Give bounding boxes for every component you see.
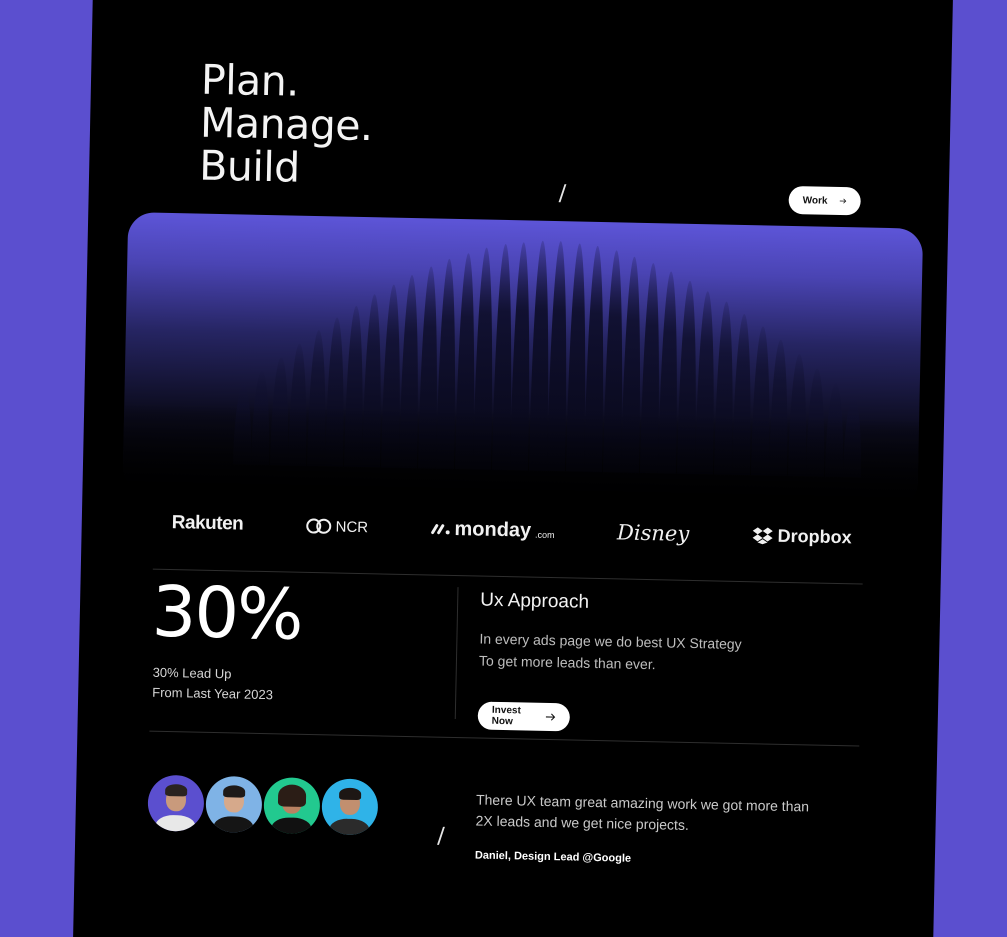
lead-stat-caption-line-1: 30% Lead Up (152, 664, 232, 682)
avatar[interactable] (205, 775, 263, 834)
work-button-label: Work (802, 194, 828, 207)
disney-logo: Disney (617, 520, 690, 546)
client-logos: Rakuten NCR monday .com Disney Dropbox (171, 503, 852, 557)
testimonial-quote: There UX team great amazing work we got … (475, 790, 856, 840)
dropbox-logo: Dropbox (751, 525, 852, 548)
landing-panel: Plan. Manage. Build / Work Rakuten NCR m… (72, 0, 954, 937)
section-divider-vertical (454, 587, 459, 720)
hero-slash: / (558, 181, 567, 207)
work-button[interactable]: Work (788, 185, 861, 216)
invest-now-button[interactable]: Invest Now (477, 701, 571, 732)
hero-title-line-3: Build (198, 141, 301, 192)
arrow-right-icon (545, 713, 555, 721)
ux-approach-body: In every ads page we do best UX Strategy… (479, 628, 742, 677)
rakuten-logo: Rakuten (172, 512, 244, 535)
ncr-mark-icon (306, 518, 332, 534)
avatar[interactable] (321, 778, 379, 836)
testimonial-slash: / (437, 823, 445, 849)
arrow-right-icon (839, 198, 847, 204)
team-avatars (147, 774, 379, 836)
rakuten-logo-text: Rakuten (171, 512, 244, 535)
wave-fade (122, 402, 920, 509)
lead-stat-caption-line-2: From Last Year 2023 (152, 684, 274, 703)
ux-approach-title: Ux Approach (480, 589, 590, 613)
dropbox-logo-text: Dropbox (777, 525, 852, 547)
ncr-logo: NCR (305, 517, 369, 536)
hero-wave-visual (122, 212, 924, 509)
lead-stat-value: 30% (151, 570, 303, 656)
monday-logo: monday .com (430, 517, 555, 543)
avatar[interactable] (263, 777, 321, 835)
dropbox-mark-icon (752, 527, 773, 545)
monday-logo-text: monday (454, 517, 532, 542)
monday-logo-suffix: .com (534, 529, 555, 541)
monday-mark-icon (430, 524, 450, 535)
hero-title: Plan. Manage. Build (198, 56, 374, 192)
invest-now-label: Invest Now (491, 704, 521, 728)
section-divider-bottom (149, 730, 860, 747)
avatar[interactable] (147, 774, 205, 832)
lead-stat-caption: 30% Lead Up From Last Year 2023 (152, 663, 274, 706)
ncr-logo-text: NCR (335, 517, 369, 536)
disney-logo-text: Disney (616, 520, 690, 546)
testimonial-author: Daniel, Design Lead @Google (474, 849, 632, 865)
